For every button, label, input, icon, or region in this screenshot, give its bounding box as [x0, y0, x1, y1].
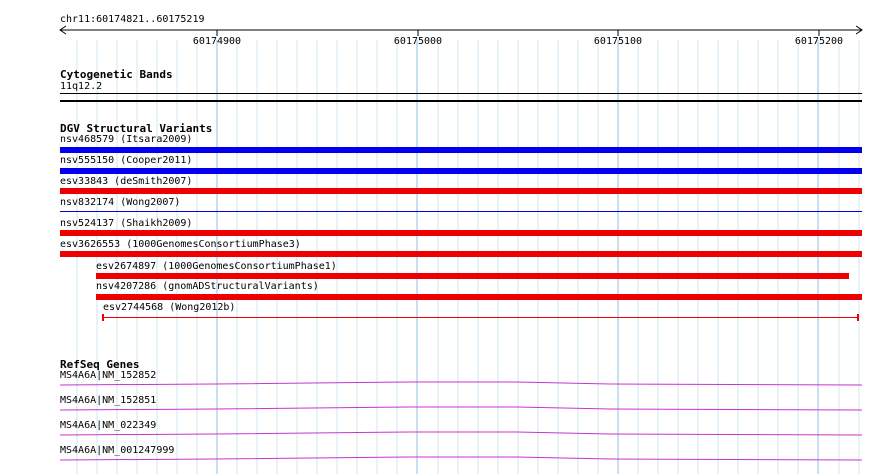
refseq-gene-lines[interactable]	[0, 0, 890, 474]
genome-browser-view[interactable]: chr11:60174821..60175219 60174900 601750…	[0, 0, 890, 474]
gene-line	[59, 381, 863, 386]
gene-line	[59, 431, 863, 436]
gene-line	[59, 456, 863, 461]
gene-line	[59, 406, 863, 411]
